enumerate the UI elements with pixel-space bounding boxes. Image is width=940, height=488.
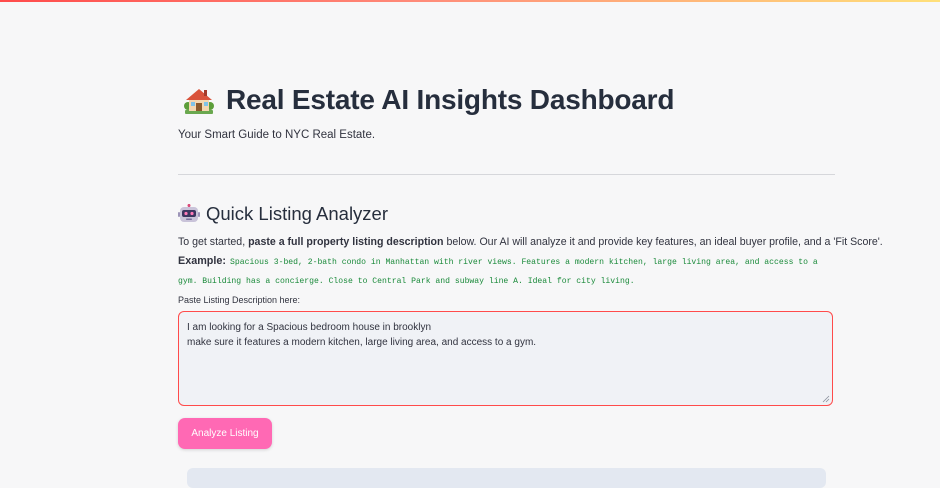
intro-suffix: below. Our AI will analyze it and provid… (443, 236, 883, 248)
analyzer-instructions: To get started, paste a full property li… (178, 236, 883, 248)
intro-bold: paste a full property listing descriptio… (248, 236, 444, 248)
example-label: Example: (178, 255, 227, 267)
page-title: Real Estate AI Insights Dashboard (226, 84, 675, 115)
intro-prefix: To get started, (178, 236, 249, 248)
section-divider (178, 174, 835, 175)
robot-icon (178, 204, 200, 222)
analyze-listing-button[interactable]: Analyze Listing (178, 418, 272, 449)
listing-description-value[interactable]: I am looking for a Spacious bedroom hous… (187, 321, 822, 350)
example-listing-code: Spacious 3-bed, 2-bath condo in Manhatta… (178, 258, 818, 286)
page-header: Real Estate AI Insights Dashboard (178, 84, 674, 116)
top-decoration-bar (0, 0, 940, 2)
resize-handle-icon[interactable] (822, 395, 830, 403)
listing-description-textarea[interactable]: I am looking for a Spacious bedroom hous… (178, 311, 833, 406)
results-info-box (187, 468, 826, 488)
analyzer-header: Quick Listing Analyzer (178, 203, 388, 225)
house-icon (184, 89, 214, 114)
page-subtitle: Your Smart Guide to NYC Real Estate. (178, 129, 376, 141)
listing-field-label: Paste Listing Description here: (178, 295, 301, 305)
example-block: Example: Spacious 3-bed, 2-bath condo in … (178, 252, 838, 290)
analyzer-title: Quick Listing Analyzer (206, 203, 389, 224)
